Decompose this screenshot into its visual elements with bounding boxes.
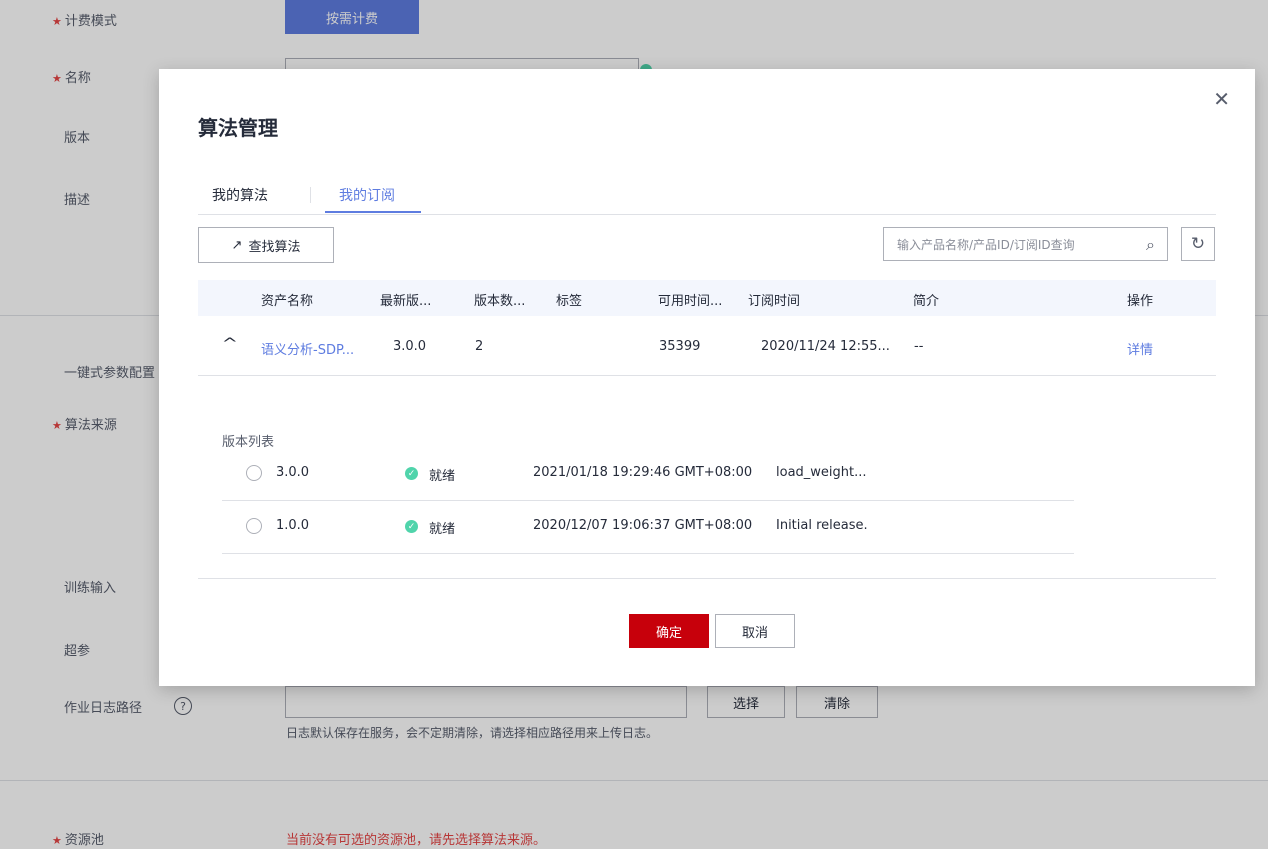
version-status: 就绪 <box>429 522 456 537</box>
cancel-button[interactable]: 取消 <box>715 614 795 648</box>
col-tags: 标签 <box>556 294 583 309</box>
asset-name-link[interactable]: 语义分析-SDP... <box>261 339 354 358</box>
tabs-baseline <box>198 214 1216 215</box>
check-circle-icon: ✓ <box>405 520 418 533</box>
confirm-button[interactable]: 确定 <box>629 614 709 648</box>
dialog-title: 算法管理 <box>198 116 278 140</box>
search-icon[interactable]: ⌕ <box>1146 235 1155 255</box>
details-link[interactable]: 详情 <box>1127 339 1153 358</box>
check-circle-icon: ✓ <box>405 467 418 480</box>
col-subscribe-time: 订阅时间 <box>748 294 801 309</box>
col-asset-name: 资产名称 <box>261 294 314 309</box>
intro: -- <box>914 339 924 354</box>
version-desc: load_weight... <box>776 465 867 480</box>
table-header: 资产名称 最新版... 版本数... 标签 可用时间... 订阅时间 简介 操作 <box>198 280 1216 316</box>
external-link-icon: ↗ <box>231 237 243 253</box>
version-status: 就绪 <box>429 469 456 484</box>
find-algorithm-label: 查找算法 <box>248 239 301 255</box>
version-row: 3.0.0 ✓ 就绪 2021/01/18 19:29:46 GMT+08:00… <box>222 447 1074 501</box>
available-time: 35399 <box>659 339 701 354</box>
tab-my-subscriptions[interactable]: 我的订阅 <box>339 185 395 205</box>
col-actions: 操作 <box>1127 294 1154 309</box>
footer-divider <box>198 578 1216 579</box>
col-available-time: 可用时间... <box>658 294 723 309</box>
tab-divider <box>310 187 311 203</box>
version-radio[interactable] <box>246 518 262 534</box>
active-tab-indicator <box>325 211 421 213</box>
table-row: ^ 语义分析-SDP... 3.0.0 2 35399 2020/11/24 1… <box>198 316 1216 376</box>
version-time: 2020/12/07 19:06:37 GMT+08:00 <box>533 518 753 533</box>
tab-my-algorithms[interactable]: 我的算法 <box>212 185 268 205</box>
chevron-up-icon[interactable]: ^ <box>222 336 238 352</box>
col-version-count: 版本数... <box>474 294 526 309</box>
version-desc: Initial release. <box>776 518 868 533</box>
version-radio[interactable] <box>246 465 262 481</box>
refresh-icon[interactable]: ↻ <box>1181 227 1215 261</box>
version-number: 1.0.0 <box>276 518 310 533</box>
latest-version: 3.0.0 <box>393 339 427 354</box>
version-time: 2021/01/18 19:29:46 GMT+08:00 <box>533 465 753 480</box>
search-input[interactable]: 输入产品名称/产品ID/订阅ID查询 ⌕ <box>883 227 1168 261</box>
algorithm-management-dialog: ✕ 算法管理 我的算法 我的订阅 ↗ 查找算法 输入产品名称/产品ID/订阅ID… <box>159 69 1255 686</box>
version-count: 2 <box>475 339 484 354</box>
col-intro: 简介 <box>913 294 940 309</box>
close-icon[interactable]: ✕ <box>1213 89 1230 109</box>
version-number: 3.0.0 <box>276 465 310 480</box>
search-placeholder: 输入产品名称/产品ID/订阅ID查询 <box>897 237 1075 252</box>
find-algorithm-button[interactable]: ↗ 查找算法 <box>198 227 334 263</box>
col-latest-version: 最新版... <box>380 294 432 309</box>
version-row: 1.0.0 ✓ 就绪 2020/12/07 19:06:37 GMT+08:00… <box>222 500 1074 554</box>
subscribe-time: 2020/11/24 12:55... <box>761 339 890 354</box>
